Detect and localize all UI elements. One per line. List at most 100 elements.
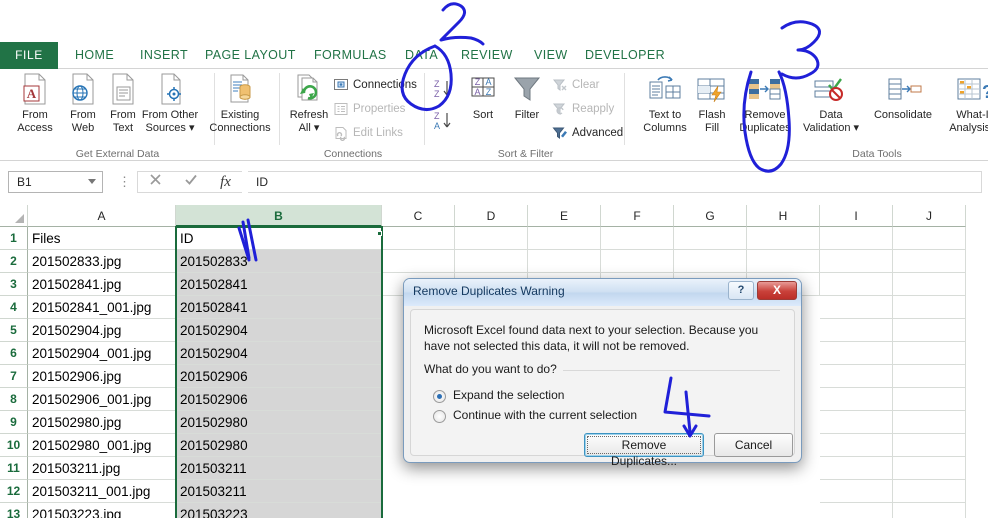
- row-header-3[interactable]: 3: [0, 273, 28, 296]
- cell-f1[interactable]: [601, 227, 674, 250]
- sort-button[interactable]: Z A A Z Sort: [462, 72, 504, 122]
- cell-i1[interactable]: [820, 227, 893, 250]
- advanced-filter-button[interactable]: Advanced: [552, 123, 623, 143]
- cell-a5[interactable]: 201502904.jpg: [28, 319, 176, 342]
- cell-a6[interactable]: 201502904_001.jpg: [28, 342, 176, 365]
- cell-j3[interactable]: [893, 273, 966, 296]
- cell-e1[interactable]: [528, 227, 601, 250]
- cell-b6[interactable]: 201502904: [176, 342, 382, 365]
- row-header-1[interactable]: 1: [0, 227, 28, 250]
- cell-j5[interactable]: [893, 319, 966, 342]
- cell-a8[interactable]: 201502906_001.jpg: [28, 388, 176, 411]
- cell-i7[interactable]: [820, 365, 893, 388]
- formula-bar-handle[interactable]: ⋮: [118, 174, 132, 190]
- cell-d2[interactable]: [455, 250, 528, 273]
- filter-button[interactable]: Filter: [504, 72, 550, 122]
- row-header-12[interactable]: 12: [0, 480, 28, 503]
- cell-i2[interactable]: [820, 250, 893, 273]
- dialog-help-button[interactable]: ?: [728, 281, 754, 300]
- cell-a12[interactable]: 201503211_001.jpg: [28, 480, 176, 503]
- cell-b2[interactable]: 201502833: [176, 250, 382, 273]
- row-header-6[interactable]: 6: [0, 342, 28, 365]
- cell-d1[interactable]: [455, 227, 528, 250]
- selection-fill-handle[interactable]: [377, 231, 382, 236]
- cell-a2[interactable]: 201502833.jpg: [28, 250, 176, 273]
- row-header-8[interactable]: 8: [0, 388, 28, 411]
- cell-j13[interactable]: [893, 503, 966, 518]
- cell-e2[interactable]: [528, 250, 601, 273]
- column-header-g[interactable]: G: [674, 205, 747, 227]
- cell-b11[interactable]: 201503211: [176, 457, 382, 480]
- tab-formulas[interactable]: FORMULAS: [305, 42, 396, 69]
- cell-j7[interactable]: [893, 365, 966, 388]
- row-header-5[interactable]: 5: [0, 319, 28, 342]
- cell-i8[interactable]: [820, 388, 893, 411]
- cell-j11[interactable]: [893, 457, 966, 480]
- cell-b3[interactable]: 201502841: [176, 273, 382, 296]
- cell-j12[interactable]: [893, 480, 966, 503]
- cell-a13[interactable]: 201503223.jpg: [28, 503, 176, 518]
- enter-icon[interactable]: [173, 172, 208, 192]
- row-header-13[interactable]: 13: [0, 503, 28, 518]
- cell-b5[interactable]: 201502904: [176, 319, 382, 342]
- clear-filter-button[interactable]: Clear: [552, 75, 599, 95]
- cell-a10[interactable]: 201502980_001.jpg: [28, 434, 176, 457]
- tab-data[interactable]: DATA: [396, 42, 448, 70]
- cell-i5[interactable]: [820, 319, 893, 342]
- column-header-d[interactable]: D: [455, 205, 528, 227]
- select-all-button[interactable]: [0, 205, 28, 227]
- column-header-c[interactable]: C: [382, 205, 455, 227]
- cell-b7[interactable]: 201502906: [176, 365, 382, 388]
- cell-c1[interactable]: [382, 227, 455, 250]
- formula-input[interactable]: ID: [248, 171, 982, 193]
- column-header-i[interactable]: I: [820, 205, 893, 227]
- cell-j8[interactable]: [893, 388, 966, 411]
- cell-h2[interactable]: [747, 250, 820, 273]
- column-header-f[interactable]: F: [601, 205, 674, 227]
- cell-f2[interactable]: [601, 250, 674, 273]
- connections-button[interactable]: Connections: [333, 75, 417, 95]
- row-header-10[interactable]: 10: [0, 434, 28, 457]
- tab-review[interactable]: REVIEW: [452, 42, 522, 69]
- tab-developer[interactable]: DEVELOPER: [576, 42, 674, 69]
- sort-ascending-icon[interactable]: Z Z: [432, 77, 458, 104]
- refresh-all-button[interactable]: Refresh All ▾: [281, 72, 337, 134]
- name-box[interactable]: B1: [8, 171, 103, 193]
- cell-j6[interactable]: [893, 342, 966, 365]
- column-header-j[interactable]: J: [893, 205, 966, 227]
- cell-b9[interactable]: 201502980: [176, 411, 382, 434]
- column-header-b[interactable]: B: [176, 205, 382, 227]
- cell-i9[interactable]: [820, 411, 893, 434]
- cell-b1[interactable]: ID: [176, 227, 382, 250]
- tab-page-layout[interactable]: PAGE LAYOUT: [196, 42, 305, 69]
- cell-a3[interactable]: 201502841.jpg: [28, 273, 176, 296]
- remove-duplicates-button[interactable]: Remove Duplicates: [734, 72, 796, 134]
- cell-i13[interactable]: [820, 503, 893, 518]
- cell-a7[interactable]: 201502906.jpg: [28, 365, 176, 388]
- tab-file[interactable]: FILE: [0, 42, 58, 69]
- row-header-11[interactable]: 11: [0, 457, 28, 480]
- cell-j4[interactable]: [893, 296, 966, 319]
- reapply-filter-button[interactable]: Reapply: [552, 99, 614, 119]
- cancel-icon[interactable]: [138, 172, 173, 192]
- row-header-9[interactable]: 9: [0, 411, 28, 434]
- cell-i6[interactable]: [820, 342, 893, 365]
- dialog-close-button[interactable]: X: [757, 281, 797, 300]
- cell-i12[interactable]: [820, 480, 893, 503]
- cell-a1[interactable]: Files: [28, 227, 176, 250]
- column-header-h[interactable]: H: [747, 205, 820, 227]
- text-to-columns-button[interactable]: Text to Columns: [634, 72, 696, 134]
- cell-j2[interactable]: [893, 250, 966, 273]
- properties-button[interactable]: Properties: [333, 99, 405, 119]
- dialog-remove-duplicates-button[interactable]: Remove Duplicates...: [584, 433, 704, 468]
- column-header-a[interactable]: A: [28, 205, 176, 227]
- cell-j9[interactable]: [893, 411, 966, 434]
- row-header-4[interactable]: 4: [0, 296, 28, 319]
- cell-b10[interactable]: 201502980: [176, 434, 382, 457]
- cell-a11[interactable]: 201503211.jpg: [28, 457, 176, 480]
- dialog-cancel-button[interactable]: Cancel: [714, 433, 793, 457]
- cell-j10[interactable]: [893, 434, 966, 457]
- radio-expand-the-selection[interactable]: Expand the selection: [433, 388, 564, 403]
- cell-b12[interactable]: 201503211: [176, 480, 382, 503]
- cell-i11[interactable]: [820, 457, 893, 480]
